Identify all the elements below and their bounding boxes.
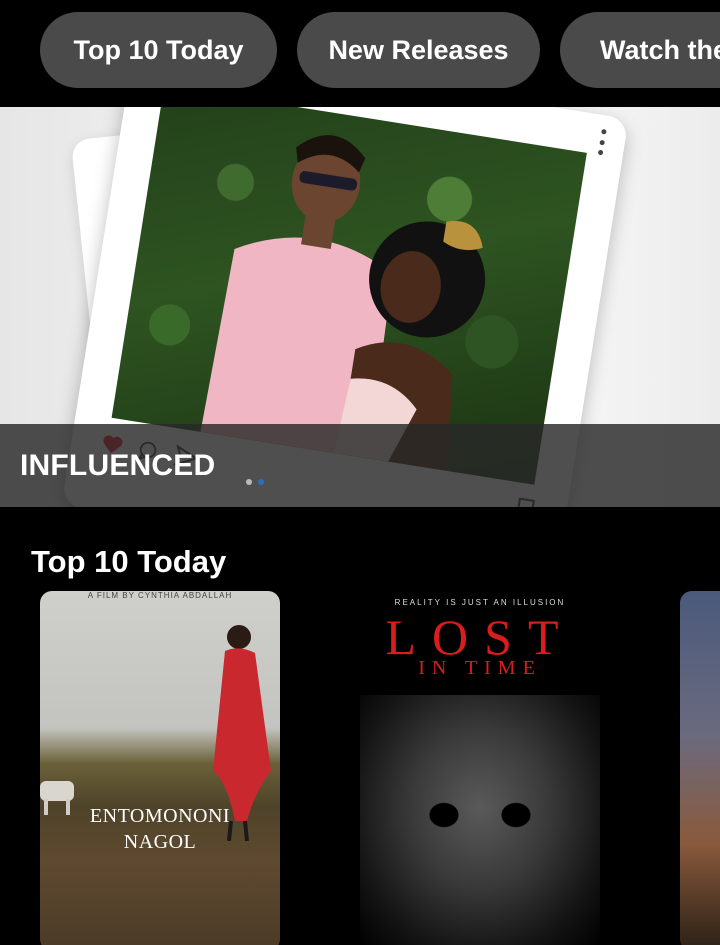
app-screen: Top 10 Today New Releases Watch the INFL… xyxy=(0,0,720,945)
poster-title-line2: NAGOL xyxy=(123,831,197,853)
hero-carousel[interactable]: INFLUENCED xyxy=(0,107,720,507)
pager-dot[interactable] xyxy=(246,479,252,485)
poster-title-line1: ENTOMONONI xyxy=(89,805,231,827)
poster-title: ENTOMONONI NAGOL xyxy=(40,803,280,855)
hero-title: INFLUENCED xyxy=(20,449,216,482)
carousel-pager xyxy=(246,479,264,485)
face-image xyxy=(360,695,600,945)
poster-entomononi-nagol[interactable]: A FILM BY CYNTHIA ABDALLAH ENTOMONONI NA… xyxy=(40,591,280,945)
poster-subtitle: IN TIME xyxy=(418,657,542,679)
poster-lost-in-time[interactable]: REALITY IS JUST AN ILLUSION LOST IN TIME xyxy=(360,591,600,945)
chip-top-10-today[interactable]: Top 10 Today xyxy=(40,12,277,88)
category-chip-row: Top 10 Today New Releases Watch the xyxy=(0,0,720,104)
more-options-icon[interactable] xyxy=(597,128,607,156)
chip-watch-the[interactable]: Watch the xyxy=(560,12,720,88)
chip-new-releases[interactable]: New Releases xyxy=(297,12,540,88)
pager-dot-active[interactable] xyxy=(258,479,264,485)
poster-tagline: REALITY IS JUST AN ILLUSION xyxy=(394,598,566,607)
poster-credit: A FILM BY CYNTHIA ABDALLAH xyxy=(87,591,233,600)
poster-row: A FILM BY CYNTHIA ABDALLAH ENTOMONONI NA… xyxy=(0,591,720,945)
section-heading-top-10: Top 10 Today xyxy=(31,544,227,579)
poster-partial[interactable] xyxy=(680,591,720,945)
